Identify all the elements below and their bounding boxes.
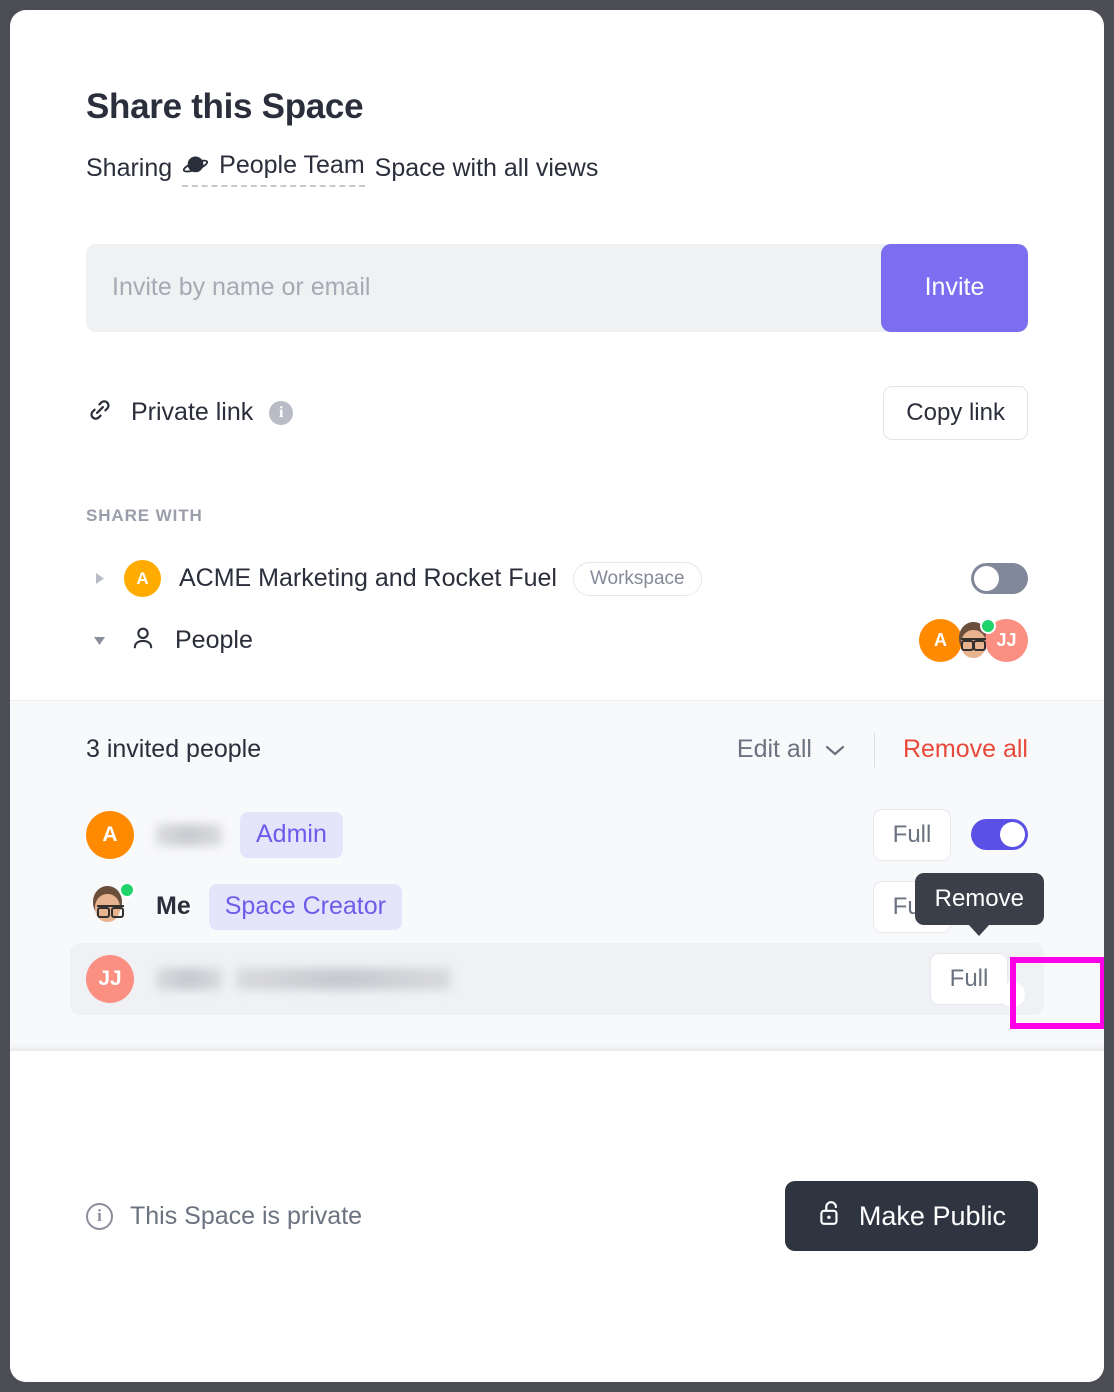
unlocked-padlock-icon — [817, 1199, 843, 1234]
modal-header: Share this Space Sharing People Team Spa… — [10, 10, 1104, 187]
modal-footer: i This Space is private Make Public — [10, 1050, 1104, 1382]
space-name: People Team — [219, 150, 365, 179]
online-status-dot — [119, 881, 135, 898]
workspace-name: ACME Marketing and Rocket Fuel — [179, 564, 557, 592]
people-avatar-stack[interactable]: A JJ — [919, 618, 1028, 662]
invite-button[interactable]: Invite — [881, 243, 1028, 332]
subtitle-suffix: Space with all views — [374, 154, 599, 182]
toggle-knob — [974, 566, 999, 591]
make-public-label: Make Public — [858, 1200, 1006, 1231]
invited-people-header: 3 invited people Edit all Remove all — [10, 701, 1104, 799]
remove-tooltip: Remove — [914, 872, 1044, 936]
person-access-toggle[interactable] — [971, 819, 1028, 850]
avatar: A — [86, 810, 134, 859]
share-row-people[interactable]: People A JJ — [86, 610, 1028, 672]
invited-count: 3 invited people — [86, 735, 262, 763]
workspace-toggle[interactable] — [971, 563, 1028, 594]
online-status-dot — [980, 618, 996, 634]
info-filled-icon[interactable]: i — [269, 400, 294, 425]
privacy-status-text: This Space is private — [130, 1201, 363, 1230]
chevron-right-icon[interactable] — [86, 571, 112, 586]
planet-icon — [182, 152, 209, 179]
space-selector[interactable]: People Team — [182, 150, 365, 187]
role-badge: Space Creator — [208, 883, 402, 930]
edit-all-label: Edit all — [736, 735, 812, 763]
invited-person-row[interactable]: A Admin Full — [70, 799, 1044, 871]
share-with-label: SHARE WITH — [86, 505, 203, 525]
avatar: JJ — [86, 954, 134, 1003]
invited-person-row[interactable]: JJ Full Remove — [70, 872, 1104, 1029]
person-last-name-redacted — [236, 967, 451, 990]
person-first-name-redacted — [156, 967, 222, 990]
chevron-down-icon[interactable] — [86, 634, 112, 647]
link-icon — [86, 396, 131, 429]
invite-input[interactable] — [86, 243, 881, 332]
workspace-avatar: A — [124, 560, 161, 597]
chevron-down-icon — [824, 735, 846, 764]
share-row-workspace[interactable]: A ACME Marketing and Rocket Fuel Workspa… — [86, 548, 1028, 610]
modal-subtitle: Sharing People Team Space with all views — [86, 151, 1028, 187]
toggle-knob — [1000, 981, 1025, 1007]
people-group-name: People — [175, 626, 253, 654]
private-link-label: Private link — [131, 398, 254, 426]
role-badge: Admin — [240, 811, 343, 858]
toggle-knob — [1000, 822, 1025, 847]
subtitle-prefix: Sharing — [86, 154, 173, 182]
permission-button[interactable]: Full — [873, 808, 951, 861]
private-link-row: Private link i Copy link — [86, 385, 1028, 440]
copy-link-button[interactable]: Copy link — [883, 385, 1028, 440]
share-space-modal: Share this Space Sharing People Team Spa… — [10, 10, 1104, 1382]
info-outline-icon: i — [86, 1202, 113, 1230]
make-public-button[interactable]: Make Public — [784, 1181, 1038, 1252]
person-icon — [112, 624, 157, 657]
permission-button[interactable]: Full — [930, 952, 1008, 1005]
workspace-badge: Workspace — [572, 561, 702, 596]
person-name-redacted — [156, 823, 222, 846]
divider — [873, 732, 875, 767]
remove-all-button[interactable]: Remove all — [903, 735, 1028, 764]
invite-row: Invite — [86, 243, 1028, 332]
edit-all-button[interactable]: Edit all — [737, 735, 846, 764]
invited-person-row[interactable]: Me Space Creator Full — [70, 871, 1044, 943]
page-title: Share this Space — [86, 87, 364, 126]
avatar-photo — [86, 881, 135, 931]
invited-people-section: 3 invited people Edit all Remove all A A… — [10, 699, 1104, 1051]
person-name: Me — [156, 892, 191, 920]
